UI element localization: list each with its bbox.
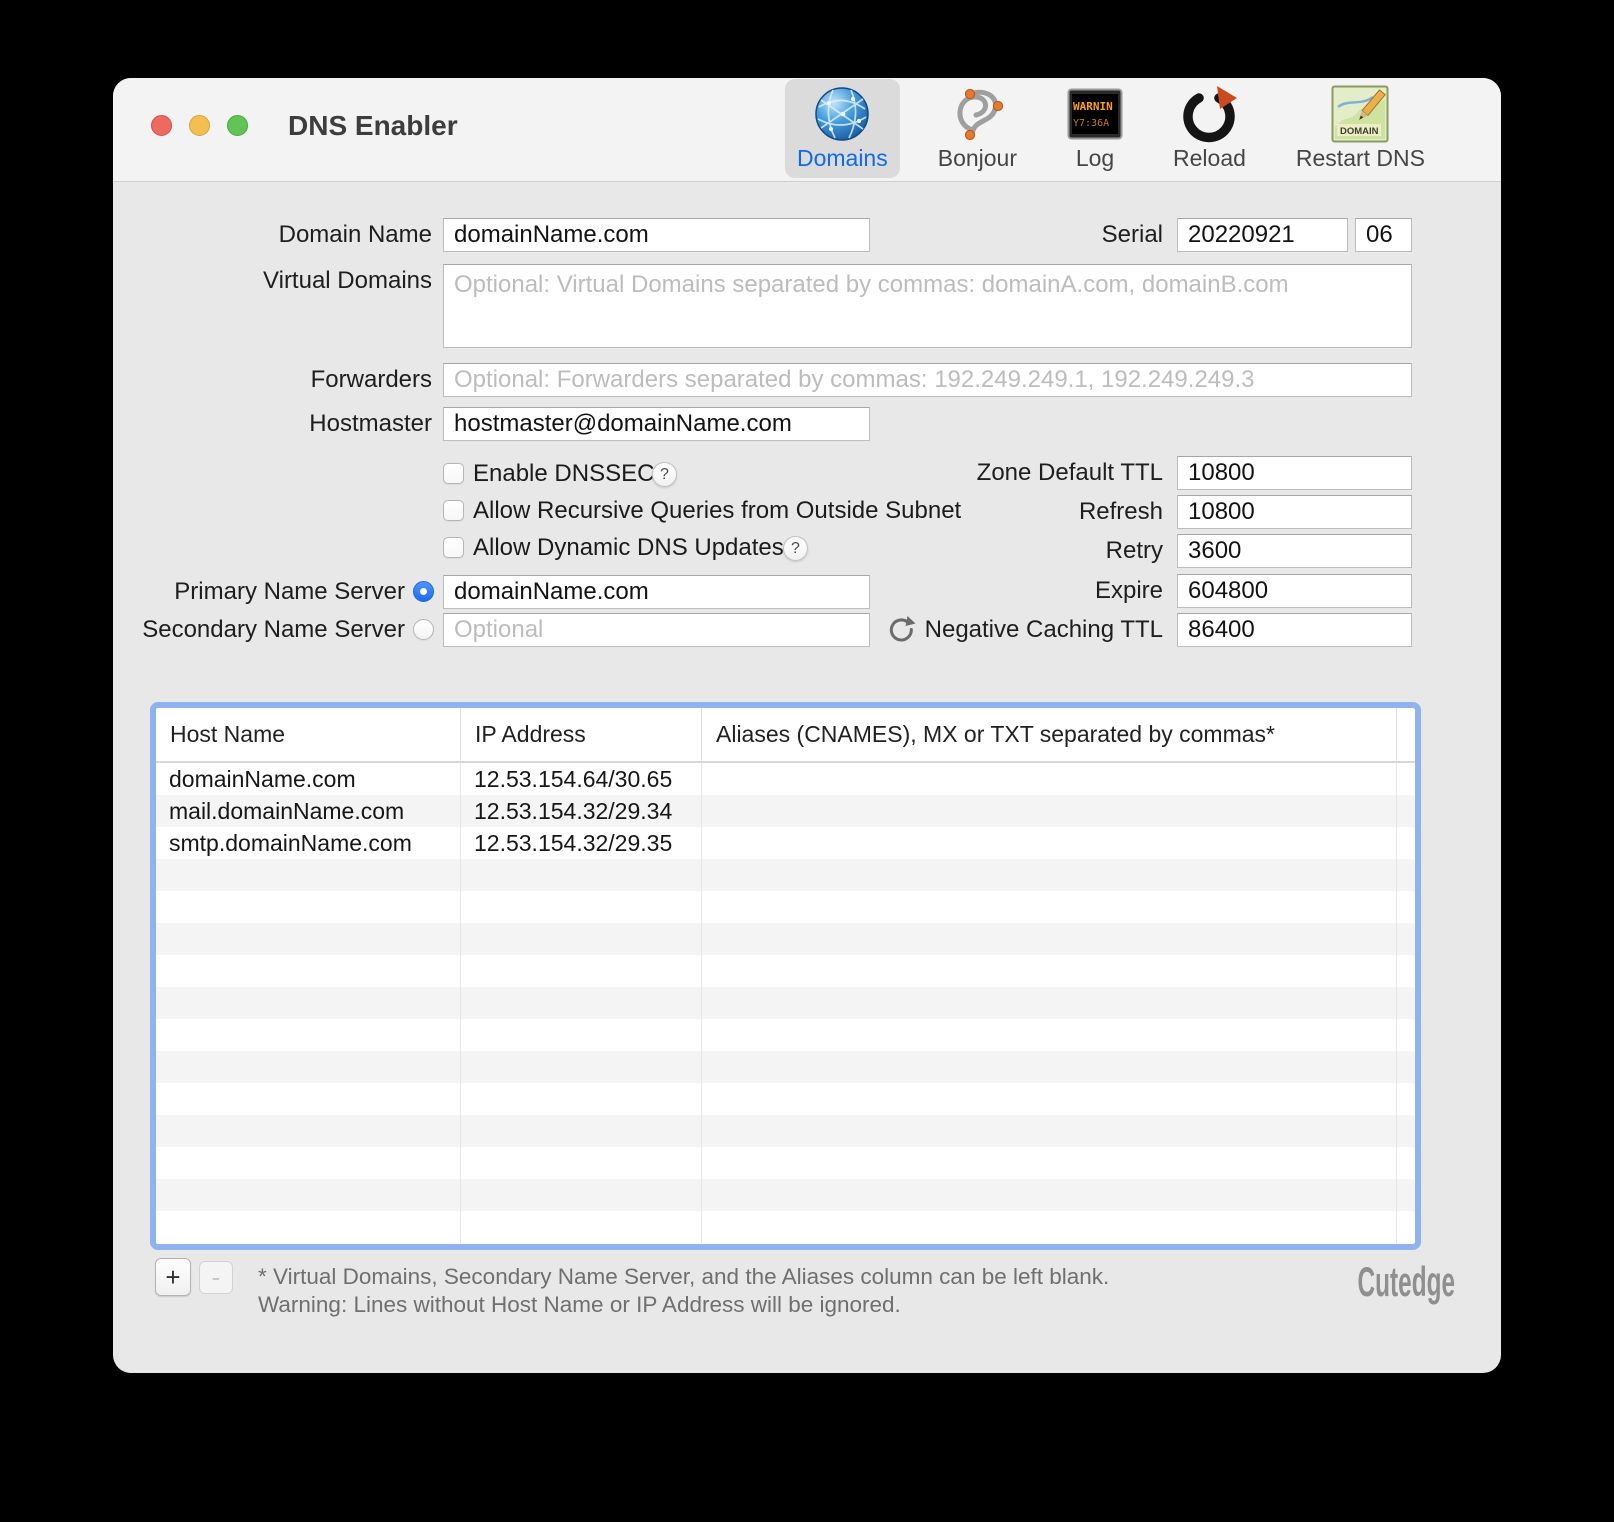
enable-dnssec-label: Enable DNSSEC: [473, 460, 655, 487]
host-table-header: Host Name IP Address Aliases (CNAMES), M…: [156, 708, 1415, 763]
retry-label: Retry: [1105, 537, 1163, 564]
virtual-domains-label: Virtual Domains: [263, 267, 432, 294]
log-led-sign-icon: WARNIN Y7:36A: [1067, 84, 1123, 144]
zone-default-ttl-input[interactable]: [1177, 456, 1412, 490]
table-empty-row[interactable]: [156, 859, 1415, 891]
domain-map-pencil-icon: DOMAIN: [1331, 84, 1389, 144]
toolbar-item-bonjour[interactable]: Bonjour: [926, 79, 1029, 178]
toolbar-item-restart-dns[interactable]: DOMAIN Restart DNS: [1284, 79, 1437, 178]
globe-network-icon: [813, 84, 871, 144]
app-window: DNS Enabler Domains Bonjour WARNIN Y7:36…: [113, 78, 1501, 1373]
table-empty-row[interactable]: [156, 1179, 1415, 1211]
forwarders-label: Forwarders: [310, 366, 432, 393]
serial-suffix-input[interactable]: [1355, 218, 1412, 252]
primary-ns-input[interactable]: [443, 575, 870, 609]
table-empty-row[interactable]: [156, 1115, 1415, 1147]
zone-default-ttl-label: Zone Default TTL: [976, 459, 1163, 486]
negative-caching-ttl-input[interactable]: [1177, 613, 1412, 647]
serial-label: Serial: [1101, 221, 1163, 248]
footnote: * Virtual Domains, Secondary Name Server…: [258, 1263, 1109, 1319]
footnote-line-2: Warning: Lines without Host Name or IP A…: [258, 1292, 901, 1317]
serial-input[interactable]: [1177, 218, 1348, 252]
add-row-button[interactable]: +: [155, 1258, 191, 1296]
table-row[interactable]: mail.domainName.com 12.53.154.32/29.34: [156, 795, 1415, 827]
screenshot-stage: DNS Enabler Domains Bonjour WARNIN Y7:36…: [0, 0, 1614, 1522]
allow-recursive-queries-checkbox[interactable]: [443, 500, 464, 521]
column-header-host-name[interactable]: Host Name: [156, 708, 461, 761]
column-header-extra: [1397, 708, 1415, 761]
cell-aliases[interactable]: [702, 763, 1397, 795]
host-table: Host Name IP Address Aliases (CNAMES), M…: [150, 702, 1421, 1250]
table-row[interactable]: domainName.com 12.53.154.64/30.65: [156, 763, 1415, 795]
column-header-ip-address[interactable]: IP Address: [461, 708, 702, 761]
cell-aliases[interactable]: [702, 795, 1397, 827]
expire-label: Expire: [1094, 577, 1163, 604]
domain-name-label: Domain Name: [278, 221, 432, 248]
svg-text:DOMAIN: DOMAIN: [1340, 126, 1379, 137]
toolbar-label-log: Log: [1075, 145, 1115, 171]
toolbar-item-reload[interactable]: Reload: [1161, 79, 1258, 178]
allow-dynamic-dns-label: Allow Dynamic DNS Updates: [473, 534, 784, 561]
hostmaster-input[interactable]: [443, 407, 870, 441]
secondary-ns-radio[interactable]: [413, 619, 434, 640]
expire-input[interactable]: [1177, 574, 1412, 608]
hostmaster-label: Hostmaster: [309, 410, 432, 437]
cutedge-logo: Cutedge: [1357, 1258, 1455, 1305]
allow-dynamic-dns-checkbox[interactable]: [443, 537, 464, 558]
table-empty-row[interactable]: [156, 923, 1415, 955]
cell-ip-address[interactable]: 12.53.154.32/29.34: [461, 795, 702, 827]
toolbar-label-domains: Domains: [796, 145, 888, 171]
table-empty-row[interactable]: [156, 1083, 1415, 1115]
toolbar-label-restart-dns: Restart DNS: [1295, 145, 1425, 171]
minimize-button[interactable]: [189, 115, 210, 136]
toolbar-item-log[interactable]: WARNIN Y7:36A Log: [1055, 79, 1135, 178]
toolbar-label-bonjour: Bonjour: [937, 145, 1018, 171]
cell-ip-address[interactable]: 12.53.154.32/29.35: [461, 827, 702, 859]
forwarders-input[interactable]: [443, 363, 1412, 397]
svg-text:Y7:36A: Y7:36A: [1073, 118, 1109, 129]
table-body: domainName.com 12.53.154.64/30.65 mail.d…: [156, 763, 1415, 1243]
domain-name-input[interactable]: [443, 218, 870, 252]
window-title: DNS Enabler: [288, 110, 458, 141]
table-row[interactable]: smtp.domainName.com 12.53.154.32/29.35: [156, 827, 1415, 859]
table-empty-row[interactable]: [156, 987, 1415, 1019]
dnssec-help-button[interactable]: ?: [652, 462, 677, 487]
primary-ns-radio[interactable]: [413, 581, 434, 602]
close-button[interactable]: [151, 115, 172, 136]
secondary-ns-input[interactable]: [443, 613, 870, 647]
refresh-input[interactable]: [1177, 495, 1412, 529]
table-empty-row[interactable]: [156, 1051, 1415, 1083]
dynamic-dns-help-button[interactable]: ?: [783, 536, 808, 561]
table-empty-row[interactable]: [156, 955, 1415, 987]
toolbar-item-domains[interactable]: Domains: [784, 79, 900, 178]
virtual-domains-textarea[interactable]: [443, 264, 1412, 348]
remove-row-button[interactable]: -: [199, 1261, 233, 1294]
primary-ns-label: Primary Name Server: [174, 578, 405, 605]
enable-dnssec-checkbox[interactable]: [443, 463, 464, 484]
toolbar-label-reload: Reload: [1173, 145, 1246, 171]
cell-ip-address[interactable]: 12.53.154.64/30.65: [461, 763, 702, 795]
table-empty-row[interactable]: [156, 1211, 1415, 1243]
footnote-line-1: * Virtual Domains, Secondary Name Server…: [258, 1264, 1110, 1289]
titlebar: DNS Enabler Domains Bonjour WARNIN Y7:36…: [113, 78, 1501, 182]
toolbar: Domains Bonjour WARNIN Y7:36A Log Reload…: [784, 79, 1437, 178]
secondary-ns-label: Secondary Name Server: [142, 616, 405, 643]
svg-text:WARNIN: WARNIN: [1073, 100, 1113, 113]
cell-aliases[interactable]: [702, 827, 1397, 859]
zoom-button[interactable]: [227, 115, 248, 136]
negative-caching-ttl-label: Negative Caching TTL: [924, 616, 1163, 643]
cell-host-name[interactable]: smtp.domainName.com: [156, 827, 461, 859]
refresh-label: Refresh: [1078, 498, 1163, 525]
table-empty-row[interactable]: [156, 1019, 1415, 1051]
table-empty-row[interactable]: [156, 891, 1415, 923]
cell-host-name[interactable]: mail.domainName.com: [156, 795, 461, 827]
table-empty-row[interactable]: [156, 1147, 1415, 1179]
retry-input[interactable]: [1177, 534, 1412, 568]
reload-circular-arrow-icon: [1180, 84, 1238, 144]
cell-host-name[interactable]: domainName.com: [156, 763, 461, 795]
bonjour-icon: [949, 84, 1005, 144]
column-header-aliases[interactable]: Aliases (CNAMES), MX or TXT separated by…: [702, 708, 1397, 761]
